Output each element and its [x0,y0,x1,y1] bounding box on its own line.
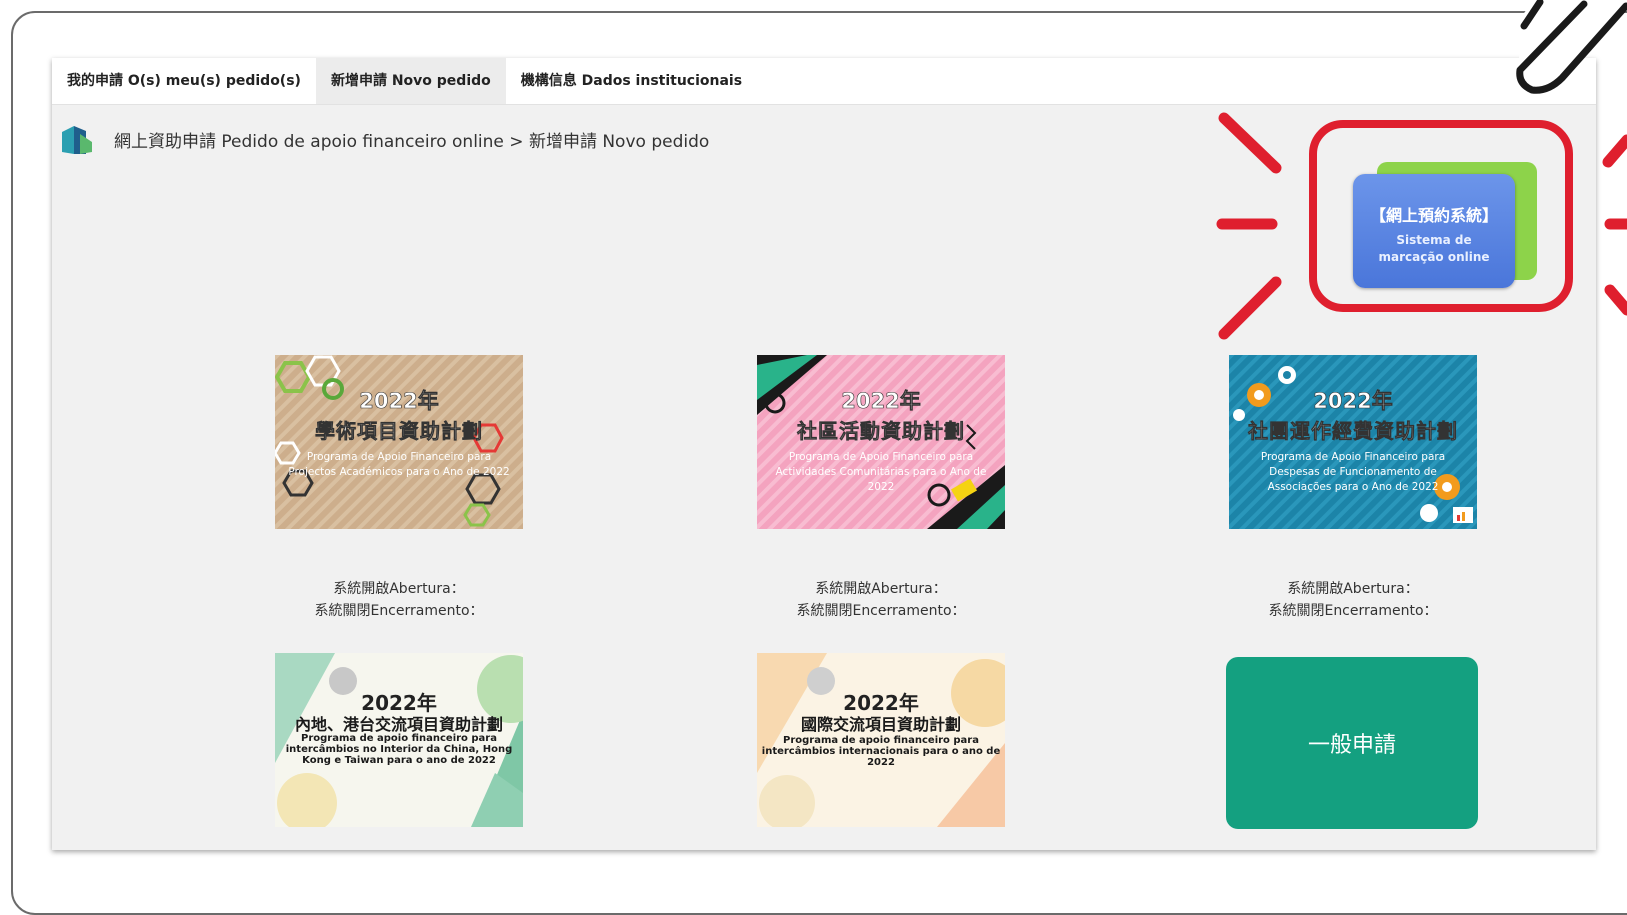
booking-card: 【網上預約系統】 Sistema de marcação online [1353,174,1515,288]
program-name: 社團運作經費資助計劃 [1248,419,1458,444]
program-name-pt: Programa de apoio financeiro para interc… [761,735,1001,768]
open-date: 系統開啟Abertura： [333,581,465,597]
dates-associations: 系統開啟Abertura： 系統關閉Encerramento： [1229,578,1477,622]
program-year: 2022年 [841,389,921,414]
dates-community: 系統開啟Abertura： 系統關閉Encerramento： [757,578,1005,622]
tab-new-request[interactable]: 新增申請 Novo pedido [315,58,506,104]
program-name: 內地、港台交流項目資助計劃 [294,715,503,734]
program-name-pt: Programa de Apoio Financeiro para Projec… [288,451,510,478]
tab-my-requests[interactable]: 我的申請 O(s) meu(s) pedido(s) [52,58,316,104]
open-date: 系統開啟Abertura： [815,581,947,597]
program-card-community[interactable]: 2022年 社區活動資助計劃 Programa de Apoio Finance… [757,355,1005,529]
program-name: 社區活動資助計劃 [797,419,965,444]
tab-bar: 我的申請 O(s) meu(s) pedido(s) 新增申請 Novo ped… [52,58,1596,105]
close-date: 系統關閉Encerramento： [314,603,484,619]
program-name-pt: Programa de Apoio Financeiro para Activi… [775,451,987,493]
program-name-pt: Programa de Apoio Financeiro para Despes… [1260,451,1446,493]
program-name: 國際交流項目資助計劃 [800,715,961,734]
program-card-international-exchange[interactable]: 2022年 國際交流項目資助計劃 Programa de apoio finan… [757,653,1005,827]
general-application-button[interactable]: 一般申請 [1226,657,1478,829]
close-date: 系統關閉Encerramento： [1268,603,1438,619]
program-card-academic[interactable]: 2022年 學術項目資助計劃 Programa de Apoio Finance… [275,355,523,529]
program-card-mainland-exchange[interactable]: 2022年 內地、港台交流項目資助計劃 Programa de apoio fi… [275,653,523,827]
booking-title: 【網上預約系統】 [1369,206,1498,225]
building-logo-icon [60,122,94,156]
program-name-pt: Programa de apoio financeiro para interc… [285,733,513,766]
program-year: 2022年 [359,389,439,414]
tab-institutional-data[interactable]: 機構信息 Dados institucionais [506,58,757,104]
breadcrumb: 網上資助申請 Pedido de apoio financeiro online… [60,122,709,156]
program-name: 學術項目資助計劃 [315,419,483,444]
online-booking-button[interactable]: 【網上預約系統】 Sistema de marcação online [1351,160,1541,290]
breadcrumb-text[interactable]: 網上資助申請 Pedido de apoio financeiro online… [114,127,709,152]
program-card-associations[interactable]: 2022年 社團運作經費資助計劃 Programa de Apoio Finan… [1229,355,1477,529]
close-date: 系統關閉Encerramento： [796,603,966,619]
dates-academic: 系統開啟Abertura： 系統關閉Encerramento： [275,578,523,622]
open-date: 系統開啟Abertura： [1287,581,1419,597]
program-year: 2022年 [1313,389,1393,414]
booking-subtitle: Sistema de marcação online [1378,233,1490,264]
